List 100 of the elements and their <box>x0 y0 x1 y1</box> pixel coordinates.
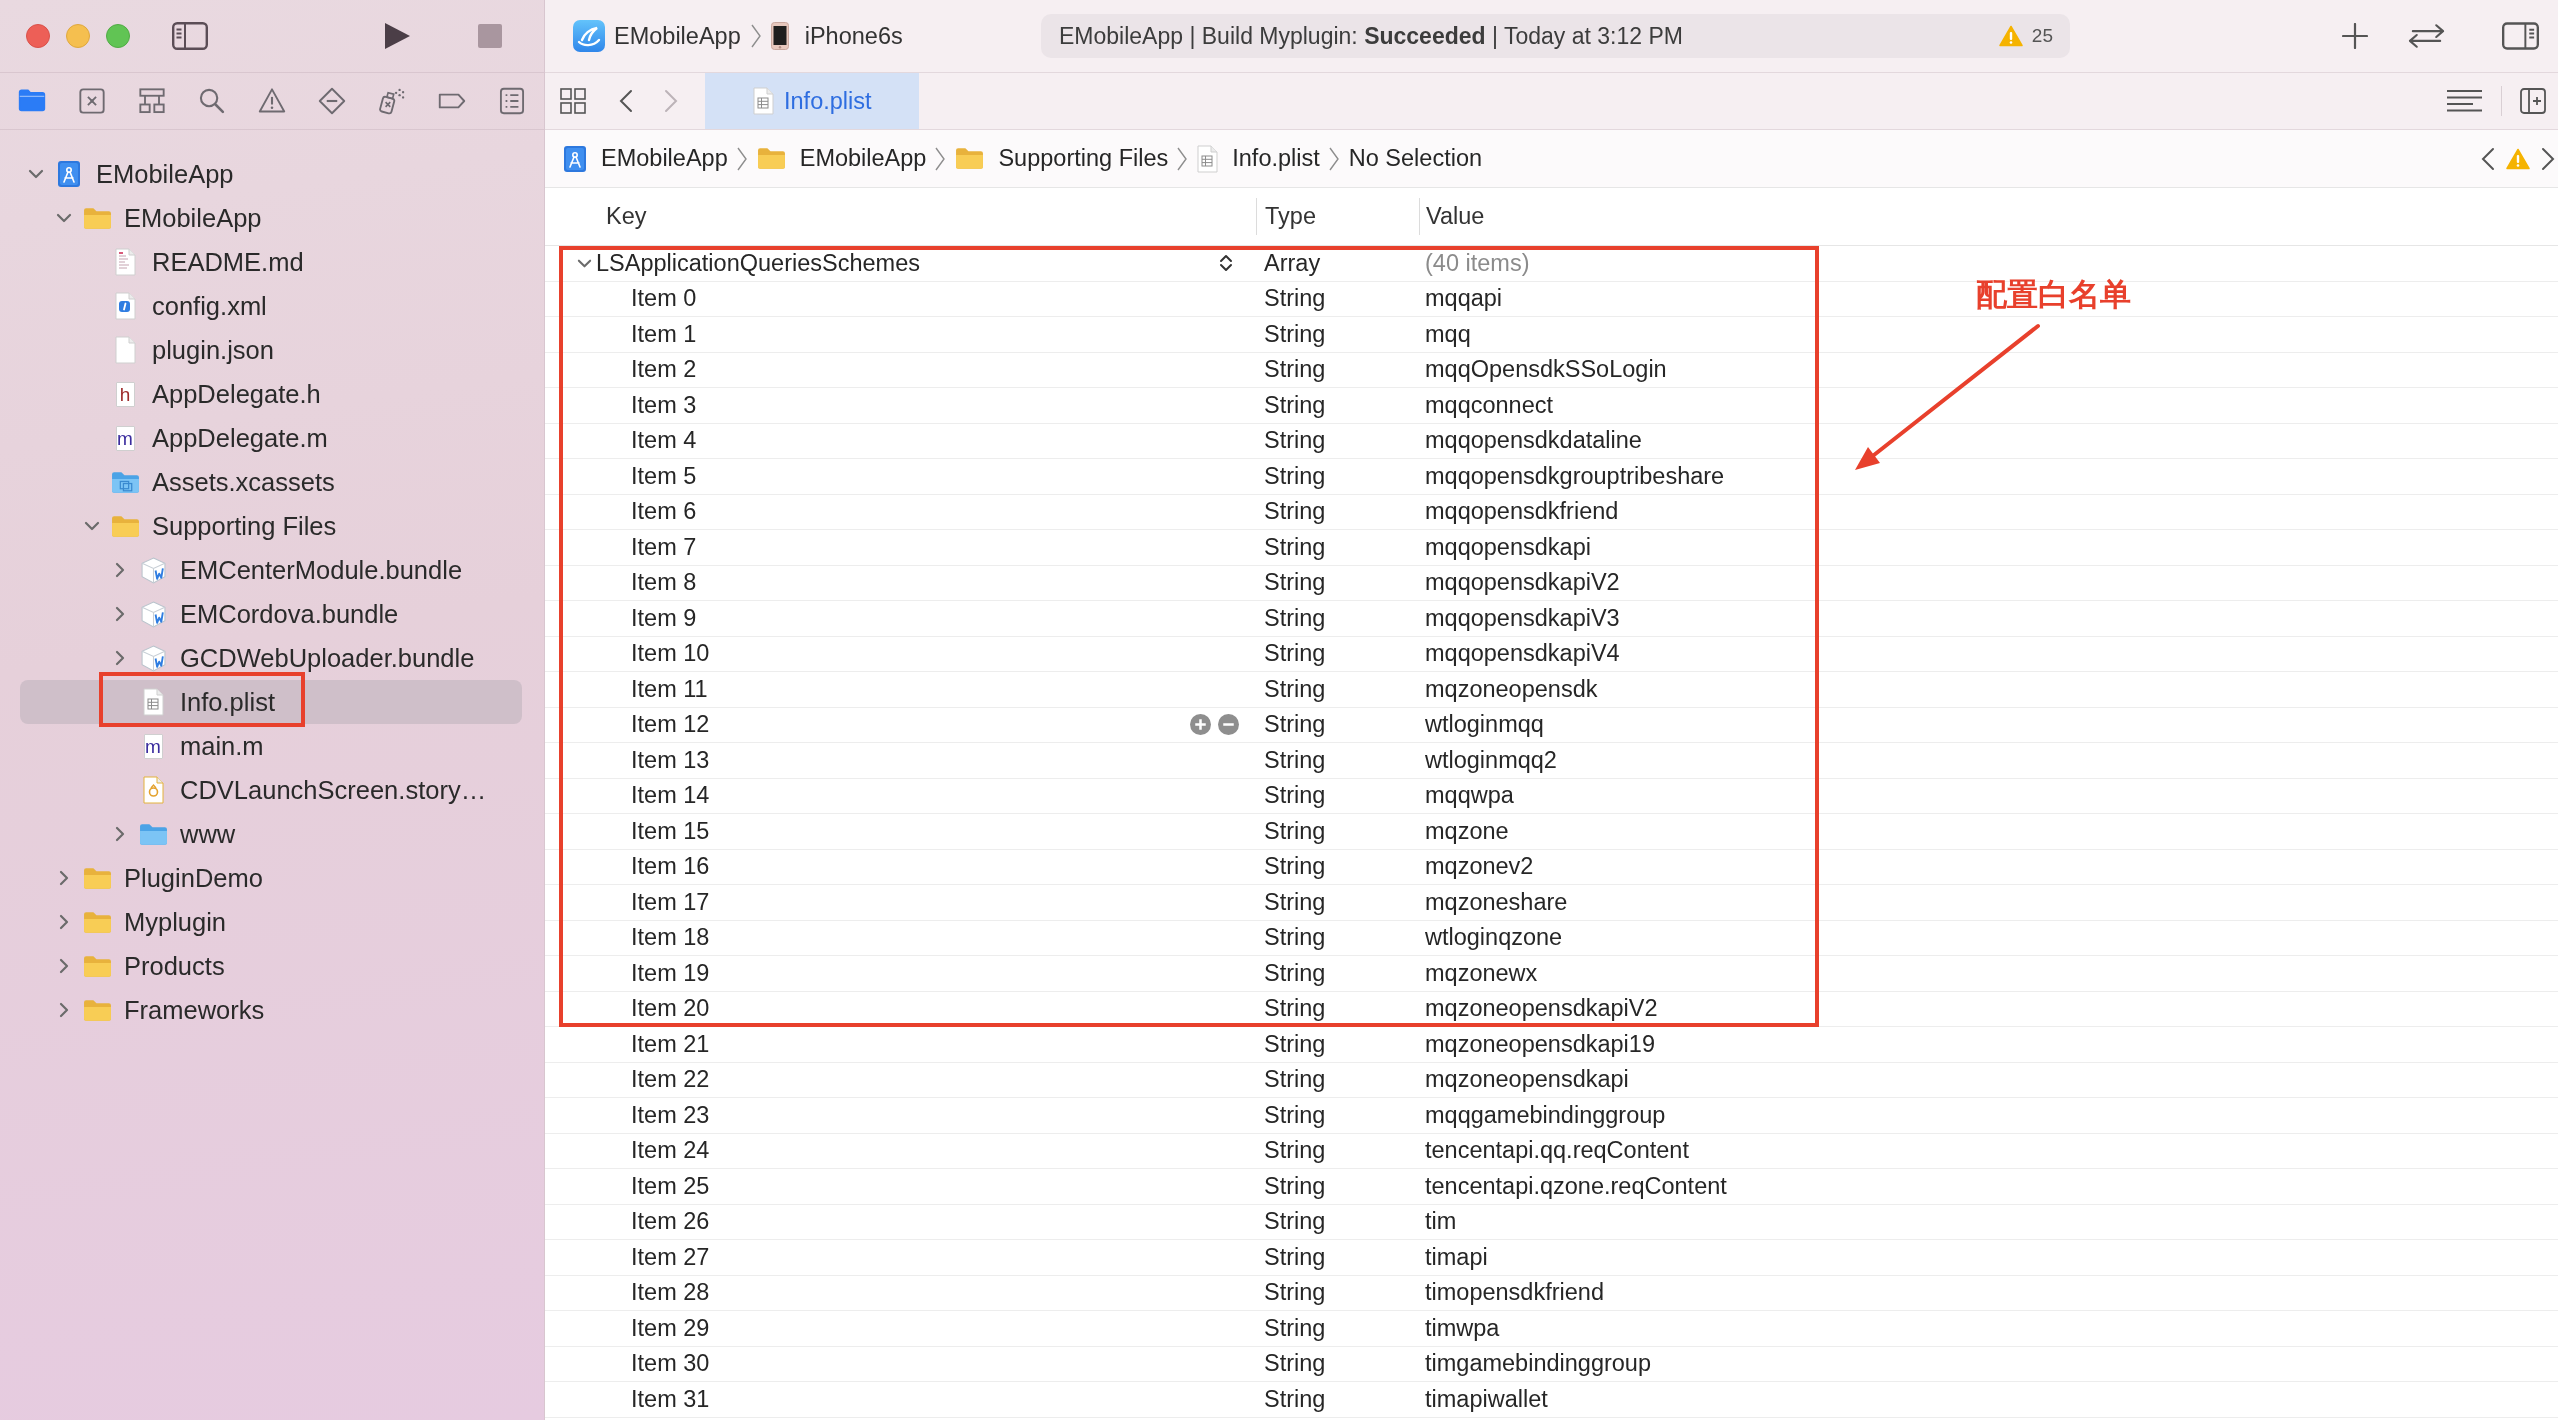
plist-row[interactable]: Item 28 String timopensdkfriend <box>545 1275 2558 1311</box>
path-segment[interactable]: EMobileApp <box>799 145 927 172</box>
value-cell-text: mqqgamebindinggroup <box>1424 1101 1666 1129</box>
column-header[interactable]: Key <box>545 188 1256 245</box>
plist-row[interactable]: Item 27 String timapi <box>545 1240 2558 1276</box>
plist-row[interactable]: Item 3 String mqqconnect <box>545 388 2558 424</box>
plist-row[interactable]: Item 12 String wtloginmqq <box>545 707 2558 743</box>
up-down-arrows-icon[interactable] <box>1218 253 1234 274</box>
plist-row[interactable]: Item 17 String mqzoneshare <box>545 885 2558 921</box>
plist-row[interactable]: Item 23 String mqqgamebindinggroup <box>545 1098 2558 1134</box>
plist-row[interactable]: Item 8 String mqqopensdkapiV2 <box>545 565 2558 601</box>
spray-can-icon[interactable] <box>378 87 406 115</box>
plist-row[interactable]: Item 4 String mqqopensdkdataline <box>545 423 2558 459</box>
plist-row[interactable]: Item 25 String tencentapi.qzone.reqContent <box>545 1169 2558 1205</box>
plist-row[interactable]: Item 19 String mqzonewx <box>545 956 2558 992</box>
plist-row[interactable]: Item 2 String mqqOpensdkSSoLogin <box>545 352 2558 388</box>
value-cell-text: mqqOpensdkSSoLogin <box>1424 356 1667 384</box>
plist-row[interactable]: Item 16 String mqzonev2 <box>545 849 2558 885</box>
plist-row[interactable]: Item 1 String mqq <box>545 317 2558 353</box>
plist-row[interactable]: Item 29 String timwpa <box>545 1311 2558 1347</box>
key-cell: Item 19 <box>631 959 710 987</box>
plist-row[interactable]: Item 20 String mqzoneopensdkapiV2 <box>545 991 2558 1027</box>
value-cell-text: timopensdkfriend <box>1424 1279 1604 1307</box>
path-segment[interactable]: Info.plist <box>1232 145 1320 172</box>
navigator-item[interactable]: h AppDelegate.h <box>20 372 522 416</box>
navigator-item[interactable]: Products <box>20 944 522 988</box>
plist-row[interactable]: Item 21 String mqzoneopensdkapi19 <box>545 1027 2558 1063</box>
sidebar-toggle-icon[interactable] <box>172 22 208 50</box>
plist-row[interactable]: Item 15 String mqzone <box>545 814 2558 850</box>
plist-row[interactable]: Item 7 String mqqopensdkapi <box>545 530 2558 566</box>
add-editor-icon[interactable] <box>2520 88 2546 114</box>
plist-row[interactable]: Item 5 String mqqopensdkgrouptribeshare <box>545 459 2558 495</box>
plist-row[interactable]: Item 13 String wtloginmqq2 <box>545 743 2558 779</box>
editor-tab[interactable]: Info.plist <box>705 73 919 129</box>
x-square-icon[interactable] <box>78 87 106 115</box>
plist-row[interactable]: Item 10 String mqqopensdkapiV4 <box>545 636 2558 672</box>
path-segment[interactable]: EMobileApp <box>601 145 728 172</box>
column-header[interactable]: Value <box>1419 198 1485 235</box>
list-icon[interactable] <box>498 87 526 115</box>
inspector-toggle-icon[interactable] <box>2502 22 2539 50</box>
chevron-right-icon[interactable] <box>2541 146 2555 171</box>
project-icon <box>563 144 587 173</box>
navigator-item[interactable]: config.xml <box>20 284 522 328</box>
path-separator-icon <box>736 146 747 171</box>
type-cell-text: String <box>1263 1066 1327 1094</box>
navigator-item[interactable]: PluginDemo <box>20 856 522 900</box>
close-window-icon[interactable] <box>26 24 50 48</box>
plist-row[interactable]: Item 31 String timapiwallet <box>545 1382 2558 1418</box>
chevron-left-icon[interactable] <box>2481 146 2495 171</box>
navigator-item[interactable]: EMCenterModule.bundle <box>20 548 522 592</box>
key-cell: Item 31 <box>631 1385 710 1413</box>
value-cell-text: mqqopensdkapiV4 <box>1424 640 1620 668</box>
type-cell-text: String <box>1263 1030 1327 1058</box>
navigator-item[interactable]: Assets.xcassets <box>20 460 522 504</box>
navigator-item[interactable]: README.md <box>20 240 522 284</box>
chevron-left-icon[interactable] <box>619 89 633 113</box>
path-segment[interactable]: Supporting Files <box>998 145 1169 172</box>
app-icon[interactable] <box>573 20 605 52</box>
plus-icon[interactable] <box>2342 23 2368 49</box>
grid-icon[interactable] <box>560 88 586 114</box>
phone-icon[interactable] <box>770 22 789 50</box>
navigator-item[interactable]: m AppDelegate.m <box>20 416 522 460</box>
navigator-item[interactable]: Supporting Files <box>20 504 522 548</box>
navigator-item[interactable]: EMobileApp <box>20 196 522 240</box>
plist-row[interactable]: Item 26 String tim <box>545 1204 2558 1240</box>
add-icon[interactable] <box>1190 714 1211 736</box>
warning-icon[interactable] <box>258 87 286 115</box>
navigator-item[interactable]: Frameworks <box>20 988 522 1032</box>
zoom-window-icon[interactable] <box>106 24 130 48</box>
play-icon[interactable] <box>384 22 411 50</box>
path-separator-icon <box>1177 146 1188 171</box>
plist-row[interactable]: Item 30 String timgamebindinggroup <box>545 1346 2558 1382</box>
navigator-item[interactable]: EMobileApp <box>20 152 522 196</box>
lines-icon[interactable] <box>2446 89 2483 113</box>
plist-row[interactable]: Item 9 String mqqopensdkapiV3 <box>545 601 2558 637</box>
plist-row[interactable]: Item 6 String mqqopensdkfriend <box>545 494 2558 530</box>
device-name[interactable]: iPhone6s <box>804 22 903 50</box>
path-segment[interactable]: No Selection <box>1348 145 1483 172</box>
plist-row[interactable]: Item 22 String mqzoneopensdkapi <box>545 1062 2558 1098</box>
navigator-item[interactable]: m main.m <box>20 724 522 768</box>
column-header[interactable]: Type <box>1256 198 1419 235</box>
plist-row[interactable]: Item 14 String mqqwpa <box>545 778 2558 814</box>
plist-row[interactable]: Item 18 String wtloginqzone <box>545 920 2558 956</box>
remove-icon[interactable] <box>1218 714 1239 736</box>
navigator-item[interactable]: CDVLaunchScreen.story… <box>20 768 522 812</box>
swap-arrows-icon[interactable] <box>2407 23 2446 49</box>
navigator-item[interactable]: www <box>20 812 522 856</box>
key-cell: Item 28 <box>631 1279 710 1307</box>
key-cell: Item 2 <box>631 356 697 384</box>
navigator-item[interactable]: GCDWebUploader.bundle <box>20 636 522 680</box>
navigator-item[interactable]: plugin.json <box>20 328 522 372</box>
plist-row[interactable]: Item 11 String mqzoneopensdk <box>545 672 2558 708</box>
scheme-name[interactable]: EMobileApp <box>614 22 741 50</box>
hierarchy-icon[interactable] <box>138 87 166 115</box>
search-icon[interactable] <box>198 87 226 115</box>
folder-icon <box>138 822 168 846</box>
diamond-icon[interactable] <box>318 87 346 115</box>
plist-row[interactable]: Item 24 String tencentapi.qq.reqContent <box>545 1133 2558 1169</box>
navigator-item[interactable]: Myplugin <box>20 900 522 944</box>
navigator-item[interactable]: EMCordova.bundle <box>20 592 522 636</box>
